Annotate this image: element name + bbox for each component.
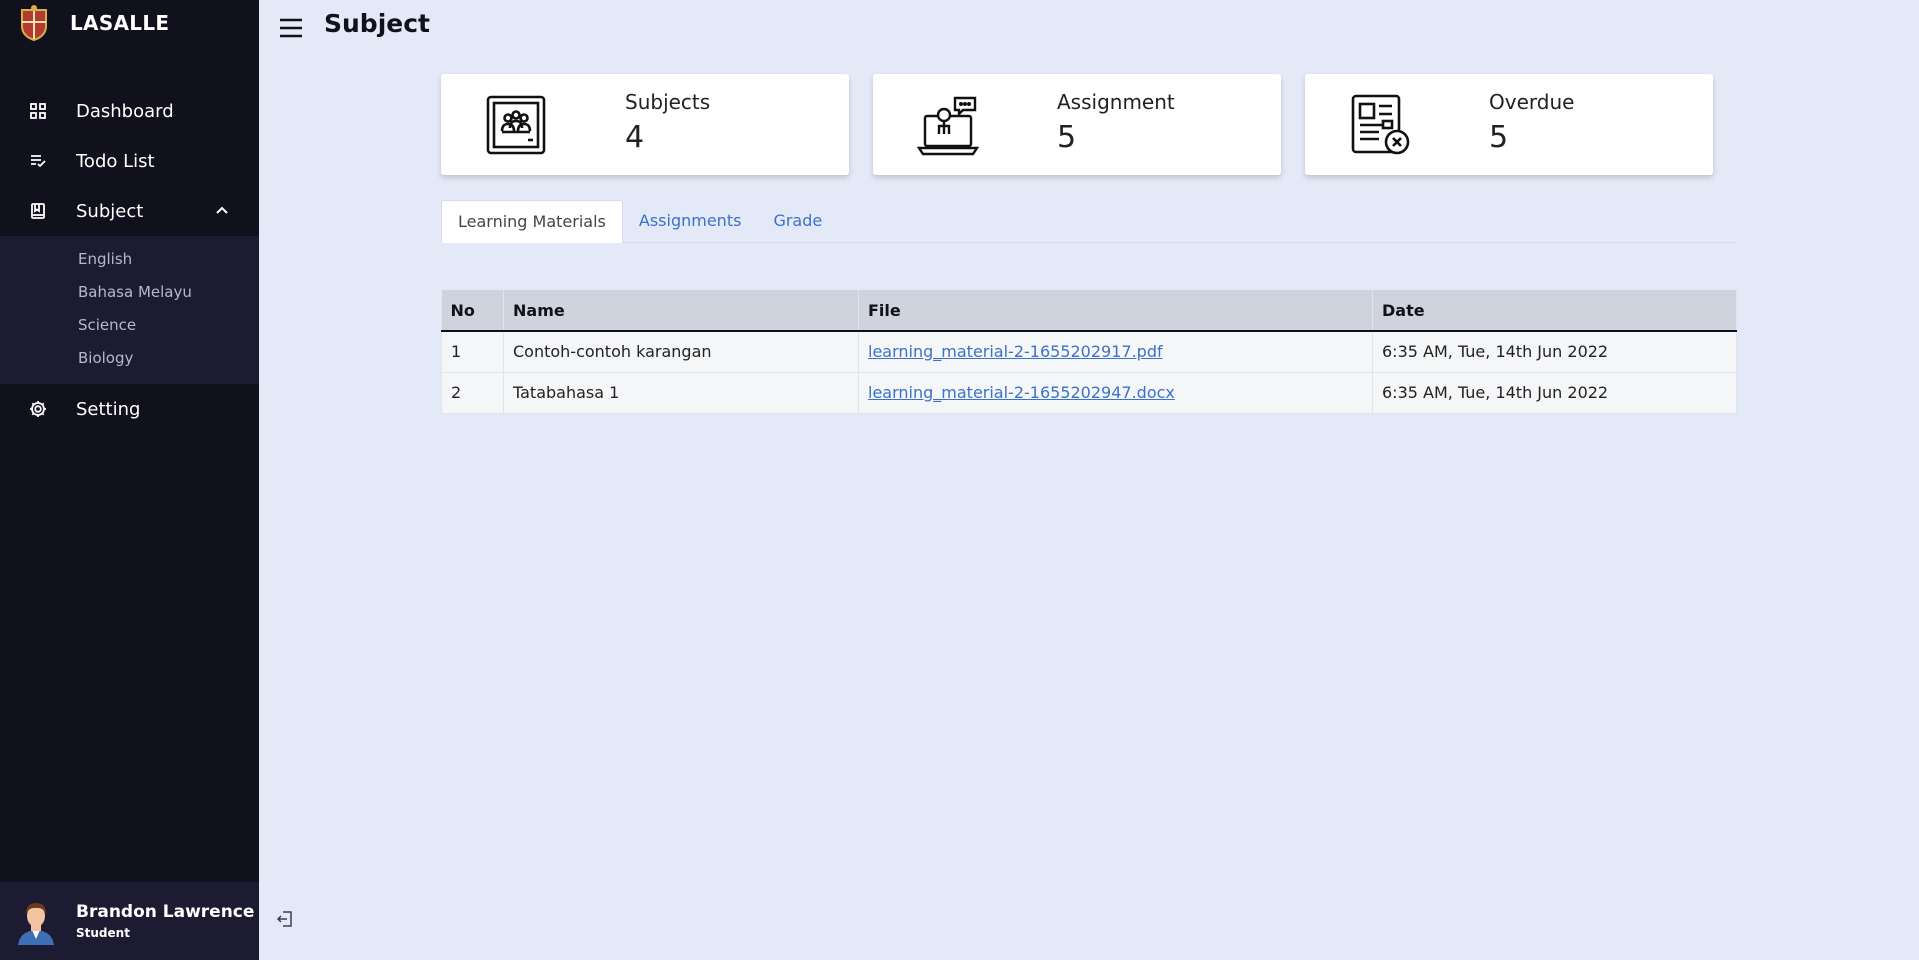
checklist-icon — [28, 151, 48, 171]
hamburger-menu-icon[interactable] — [278, 16, 304, 40]
stat-card-overdue: Overdue 5 — [1305, 74, 1713, 175]
card-value: 5 — [1057, 120, 1077, 155]
column-header-file: File — [858, 290, 1373, 332]
profile-info: Brandon Lawrence Student — [76, 902, 254, 940]
submenu-item-bahasa-melayu[interactable]: Bahasa Melayu — [0, 276, 259, 309]
subject-submenu: English Bahasa Melayu Science Biology — [0, 236, 259, 384]
profile-name: Brandon Lawrence — [76, 902, 255, 922]
chevron-up-icon[interactable] — [215, 203, 229, 217]
classroom-icon — [486, 95, 546, 155]
sidebar: LASALLE Dashboard Todo List Subject Engl… — [0, 0, 259, 960]
subject-tabs: Learning Materials Assignments Grade — [441, 200, 1736, 243]
column-header-no: No — [441, 290, 504, 332]
profile-role: Student — [76, 926, 130, 940]
laptop-assignment-icon — [917, 96, 979, 156]
card-value: 5 — [1489, 120, 1509, 155]
book-icon — [28, 201, 48, 221]
gear-icon — [28, 399, 48, 419]
table-header-row: No Name File Date — [441, 290, 1737, 332]
cell-date: 6:35 AM, Tue, 14th Jun 2022 — [1372, 330, 1737, 373]
user-profile: Brandon Lawrence Student — [0, 882, 259, 960]
card-title: Assignment — [1057, 90, 1175, 114]
sidebar-nav: Dashboard Todo List Subject English Baha… — [0, 86, 259, 434]
file-download-link[interactable]: learning_material-2-1655202917.pdf — [868, 342, 1163, 361]
tab-learning-materials[interactable]: Learning Materials — [441, 200, 623, 243]
page-title: Subject — [324, 9, 430, 38]
tab-assignments[interactable]: Assignments — [623, 200, 758, 243]
sidebar-item-todo-list[interactable]: Todo List — [0, 136, 259, 186]
sidebar-item-setting[interactable]: Setting — [0, 384, 259, 434]
table-row: 1 Contoh-contoh karangan learning_materi… — [441, 330, 1737, 373]
cell-name: Contoh-contoh karangan — [503, 330, 859, 373]
avatar — [18, 903, 54, 945]
stat-card-assignment: Assignment 5 — [873, 74, 1281, 175]
school-crest-icon — [21, 5, 47, 42]
cell-no: 1 — [441, 330, 504, 373]
column-header-name: Name — [503, 290, 859, 332]
tab-grade[interactable]: Grade — [757, 200, 838, 243]
sidebar-item-dashboard[interactable]: Dashboard — [0, 86, 259, 136]
cell-name: Tatabahasa 1 — [503, 371, 859, 414]
cell-file: learning_material-2-1655202947.docx — [858, 371, 1373, 414]
submenu-item-science[interactable]: Science — [0, 309, 259, 342]
stat-card-subjects: Subjects 4 — [441, 74, 849, 175]
overdue-document-icon — [1351, 94, 1410, 155]
submenu-item-english[interactable]: English — [0, 243, 259, 276]
brand[interactable]: LASALLE — [0, 0, 259, 46]
card-value: 4 — [625, 120, 645, 155]
cell-date: 6:35 AM, Tue, 14th Jun 2022 — [1372, 371, 1737, 414]
sidebar-item-label: Setting — [76, 398, 141, 420]
table-row: 2 Tatabahasa 1 learning_material-2-16552… — [441, 371, 1737, 414]
card-title: Subjects — [625, 90, 711, 114]
sidebar-item-label: Todo List — [76, 150, 155, 172]
submenu-item-biology[interactable]: Biology — [0, 342, 259, 375]
card-title: Overdue — [1489, 90, 1575, 114]
file-download-link[interactable]: learning_material-2-1655202947.docx — [868, 383, 1175, 402]
grid-icon — [28, 101, 48, 121]
cell-file: learning_material-2-1655202917.pdf — [858, 330, 1373, 373]
logout-icon[interactable] — [276, 910, 294, 928]
sidebar-item-label: Subject — [76, 200, 144, 222]
learning-materials-table: No Name File Date 1 Contoh-contoh karang… — [441, 290, 1737, 414]
cell-no: 2 — [441, 371, 504, 414]
sidebar-item-label: Dashboard — [76, 100, 174, 122]
brand-name: LASALLE — [70, 11, 170, 35]
sidebar-item-subject[interactable]: Subject — [0, 186, 259, 236]
column-header-date: Date — [1372, 290, 1737, 332]
